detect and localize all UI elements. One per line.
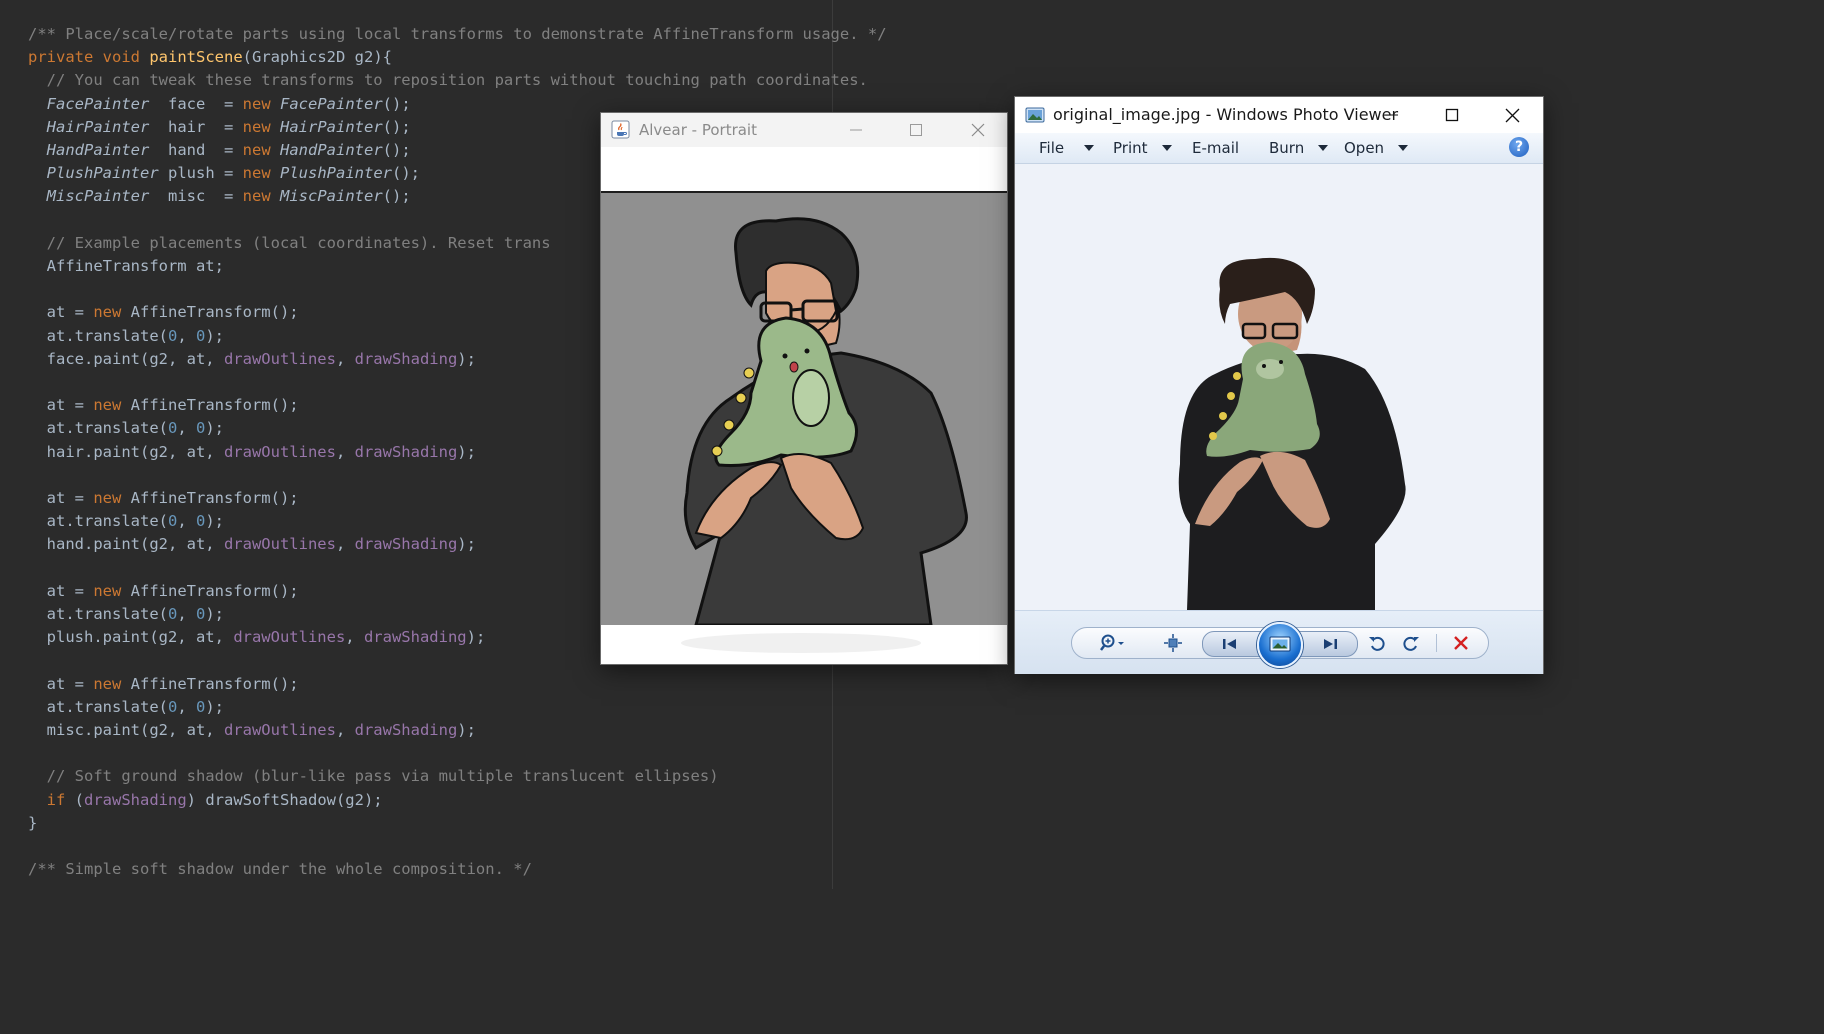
menu-burn-label: Burn: [1269, 139, 1305, 157]
menu-print[interactable]: Print: [1113, 133, 1172, 163]
chevron-down-icon: [1084, 145, 1095, 151]
code-line: if (drawShading) drawSoftShadow(g2);: [46, 790, 383, 809]
delete-button[interactable]: [1446, 628, 1476, 658]
close-icon: [1505, 108, 1519, 122]
menu-print-label: Print: [1113, 139, 1148, 157]
photo-viewer-titlebar[interactable]: original_image.jpg - Windows Photo Viewe…: [1015, 97, 1543, 133]
toolbar-pill: [1071, 622, 1489, 668]
original-photo: [1178, 257, 1406, 610]
next-button[interactable]: [1315, 629, 1345, 659]
photo-viewer-toolbar: [1015, 610, 1543, 674]
code-line: at = new AffineTransform();: [28, 396, 299, 415]
code-line: HandPainter hand = new HandPainter();: [46, 141, 411, 159]
code-line: at.translate(0, 0);: [28, 326, 225, 345]
ground-shadow-area: [601, 625, 1007, 664]
code-line: // Soft ground shadow (blur-like pass vi…: [28, 767, 719, 786]
previous-icon: [1223, 639, 1236, 649]
next-icon: [1324, 639, 1337, 649]
code-line: at.translate(0, 0);: [28, 605, 225, 623]
code-line: misc.paint(g2, at, drawOutlines, drawSha…: [28, 721, 476, 739]
menu-email[interactable]: E-mail: [1192, 133, 1239, 163]
code-line: PlushPainter plush = new PlushPainter();: [46, 164, 420, 183]
cartoon-portrait-illustration: [683, 217, 968, 625]
close-button[interactable]: [949, 113, 1007, 147]
menu-email-label: E-mail: [1192, 139, 1240, 157]
code-line: // Example placements (local coordinates…: [28, 233, 551, 252]
photo-viewer-app-icon: [1025, 107, 1045, 123]
portrait-canvas: [601, 191, 1007, 627]
help-icon[interactable]: ?: [1509, 137, 1529, 157]
code-line: at = new AffineTransform();: [28, 303, 299, 322]
maximize-button[interactable]: [1423, 97, 1481, 133]
code-line: at.translate(0, 0);: [28, 419, 225, 438]
rotate-counterclockwise-button[interactable]: [1362, 628, 1392, 658]
code-line: }: [28, 813, 38, 832]
close-icon: [971, 123, 985, 137]
photo-viewer-menubar: File Print E-mail Burn Open ?: [1015, 133, 1543, 164]
zoom-button[interactable]: [1094, 628, 1134, 658]
delete-icon: [1454, 636, 1468, 650]
actual-size-icon: [1164, 634, 1182, 652]
maximize-icon: [1445, 108, 1459, 122]
code-line: hair.paint(g2, at, drawOutlines, drawSha…: [28, 442, 476, 461]
rotate-left-icon: [1369, 636, 1385, 651]
menu-burn[interactable]: Burn: [1269, 133, 1329, 163]
photo-display-area: [1015, 164, 1543, 610]
chevron-down-icon: [1161, 145, 1172, 151]
code-line: hand.paint(g2, at, drawOutlines, drawSha…: [28, 535, 476, 554]
maximize-button[interactable]: [887, 113, 945, 147]
menu-open-label: Open: [1344, 139, 1385, 157]
minimize-button[interactable]: [827, 113, 885, 147]
code-line: at = new AffineTransform();: [28, 489, 299, 507]
actual-size-button[interactable]: [1158, 628, 1188, 658]
code-line: AffineTransform at;: [28, 257, 224, 275]
code-line: private void paintScene(Graphics2D g2){: [28, 48, 392, 67]
code-line: HairPainter hair = new HairPainter();: [46, 117, 411, 136]
code-line: at = new AffineTransform();: [28, 581, 299, 600]
toolbar-separator: [1436, 634, 1437, 652]
rotate-clockwise-button[interactable]: [1396, 628, 1426, 658]
chevron-down-icon: [1398, 145, 1409, 151]
minimize-icon: [1386, 114, 1398, 116]
code-line: /** Place/scale/rotate parts using local…: [28, 25, 887, 43]
chevron-down-icon: [1318, 145, 1329, 151]
maximize-icon: [910, 124, 922, 136]
rotate-right-icon: [1403, 636, 1419, 651]
minimize-button[interactable]: [1363, 97, 1421, 133]
previous-button[interactable]: [1215, 629, 1245, 659]
code-line: at.translate(0, 0);: [28, 697, 225, 716]
zoom-icon: [1100, 634, 1124, 651]
code-line: /** Simple soft shadow under the whole c…: [28, 860, 532, 879]
slideshow-icon: [1269, 636, 1291, 652]
code-line: MiscPainter misc = new MiscPainter();: [46, 187, 411, 206]
portrait-window: Alvear - Portrait: [601, 113, 1007, 664]
slideshow-button[interactable]: [1257, 622, 1303, 668]
minimize-icon: [850, 129, 862, 131]
code-line: at.translate(0, 0);: [28, 512, 225, 531]
soft-shadow: [681, 633, 921, 653]
menu-open[interactable]: Open: [1344, 133, 1409, 163]
code-line: plush.paint(g2, at, drawOutlines, drawSh…: [28, 628, 486, 647]
photo-viewer-window: original_image.jpg - Windows Photo Viewe…: [1015, 97, 1543, 674]
code-line: at = new AffineTransform();: [28, 674, 299, 693]
menu-file-label: File: [1039, 139, 1065, 157]
code-line: face.paint(g2, at, drawOutlines, drawSha…: [28, 349, 476, 368]
java-app-icon: [611, 120, 630, 139]
portrait-window-title: Alvear - Portrait: [639, 121, 757, 139]
code-line: // You can tweak these transforms to rep…: [28, 71, 868, 90]
menu-file[interactable]: File: [1039, 133, 1095, 163]
photo-viewer-title: original_image.jpg - Windows Photo Viewe…: [1053, 105, 1399, 124]
code-line: FacePainter face = new FacePainter();: [46, 94, 411, 113]
close-button[interactable]: [1483, 97, 1541, 133]
portrait-titlebar[interactable]: Alvear - Portrait: [601, 113, 1007, 147]
